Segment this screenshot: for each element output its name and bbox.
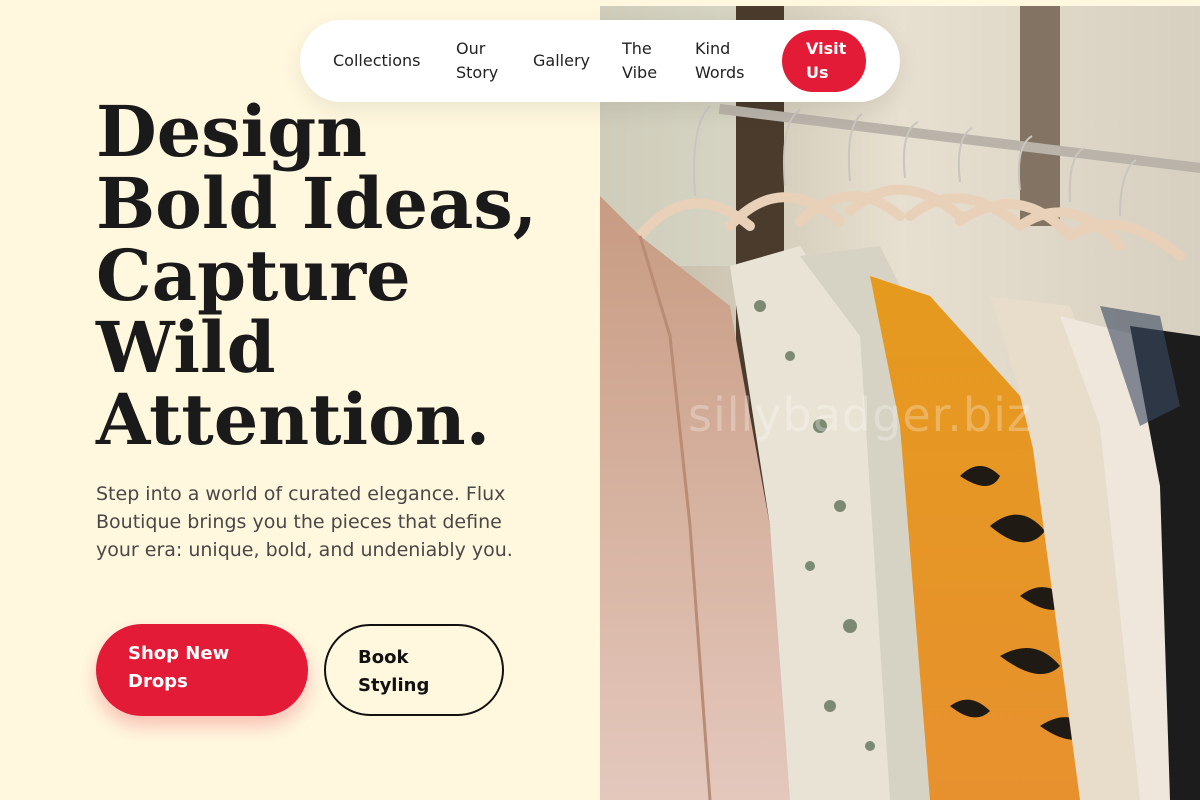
- hero-headline: Design Bold Ideas, Capture Wild Attentio…: [96, 90, 538, 461]
- nav-item-the-vibe[interactable]: The Vibe: [622, 37, 670, 85]
- nav-item-gallery[interactable]: Gallery: [533, 49, 590, 73]
- book-styling-button[interactable]: Book Styling: [324, 624, 504, 716]
- shop-new-drops-button[interactable]: Shop New Drops: [96, 624, 308, 716]
- hero-left-panel: Design Bold Ideas, Capture Wild Attentio…: [0, 0, 600, 800]
- visit-us-button[interactable]: Visit Us: [782, 30, 866, 92]
- top-nav-bar: Collections Our Story Gallery The Vibe K…: [300, 20, 900, 102]
- photo-watermark: sillybadger.biz: [688, 388, 1033, 442]
- nav-item-collections[interactable]: Collections: [333, 49, 420, 73]
- nav-item-kind-words[interactable]: Kind Words: [695, 37, 757, 85]
- nav-item-our-story[interactable]: Our Story: [456, 37, 514, 85]
- hero-intro-text: Step into a world of curated elegance. F…: [96, 483, 513, 561]
